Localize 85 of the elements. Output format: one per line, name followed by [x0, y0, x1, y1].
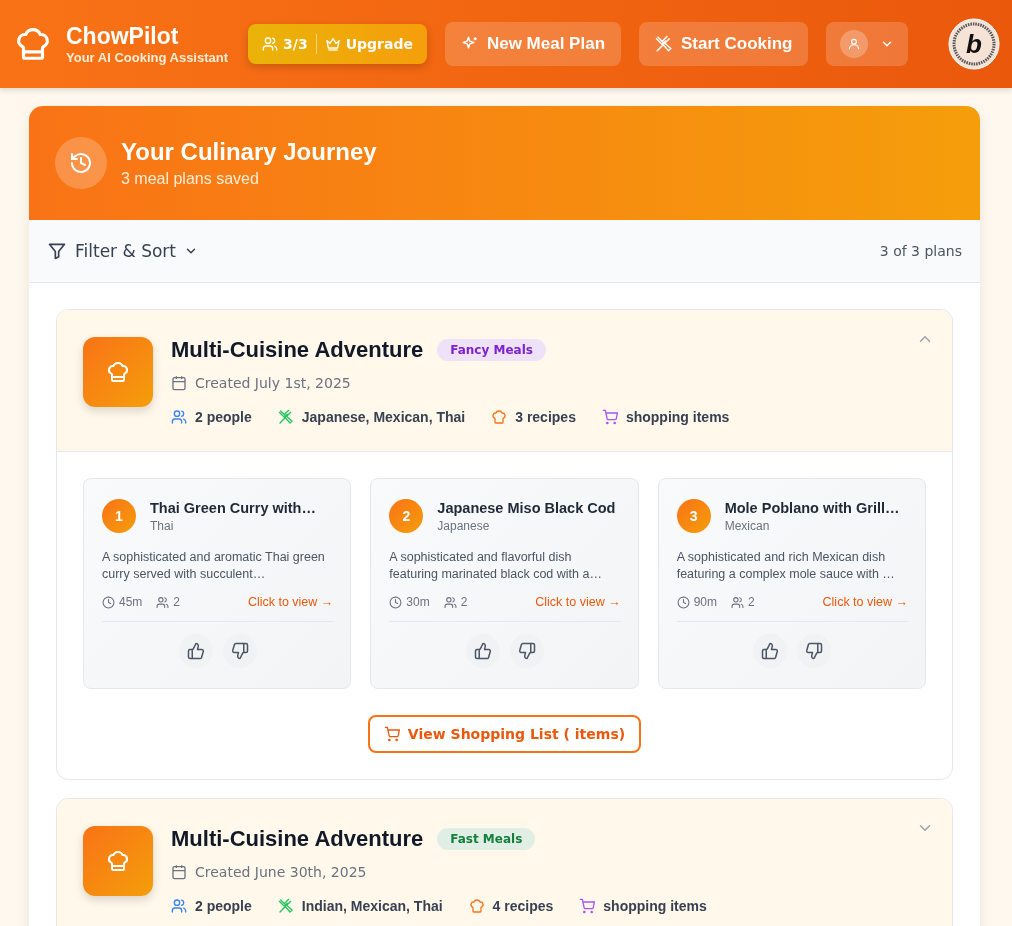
users-icon	[262, 36, 279, 52]
created-date: Created June 30th, 2025	[195, 864, 367, 880]
start-cooking-button[interactable]: Start Cooking	[639, 22, 809, 66]
utensils-crossed-icon	[655, 35, 674, 53]
cook-time: 90m	[693, 595, 717, 609]
chef-hat-icon	[491, 409, 508, 425]
servings: 2	[748, 595, 755, 609]
thumbs-down-icon	[805, 642, 824, 660]
new-meal-plan-button[interactable]: New Meal Plan	[444, 22, 622, 66]
thumbs-up-button[interactable]	[753, 634, 788, 668]
created-date: Created July 1st, 2025	[195, 375, 351, 391]
cart-icon	[383, 726, 400, 742]
clock-icon	[389, 595, 403, 609]
cuisines: Japanese, Mexican, Thai	[301, 409, 466, 425]
recipe-cuisine: Mexican	[724, 518, 771, 533]
people-count: 2 people	[195, 898, 252, 914]
recipe-name: Mole Poblano with Grill…	[724, 499, 900, 516]
thumbs-up-button[interactable]	[178, 634, 213, 668]
view-recipe-link[interactable]: Click to view →	[822, 595, 908, 609]
user-icon	[847, 37, 862, 51]
calendar-icon	[171, 864, 187, 880]
cart-icon	[579, 898, 596, 914]
filter-icon	[47, 241, 67, 261]
plan-title: Multi-Cuisine Adventure	[171, 826, 424, 852]
recipe-number: 1	[102, 499, 136, 533]
thumbs-down-icon	[230, 642, 249, 660]
view-recipe-link[interactable]: Click to view →	[247, 595, 334, 609]
recipe-count: 4 recipes	[492, 898, 554, 914]
recipe-description: A sophisticated and aromatic Thai green curry served with succulent…	[102, 549, 326, 583]
recipe-count: 3 recipes	[515, 409, 576, 425]
thumbs-up-icon	[186, 642, 205, 660]
recipe-description: A sophisticated and rich Mexican dish featuring a complex mole sauce with …	[676, 549, 896, 583]
app-tagline: Your AI Cooking Assistant	[66, 50, 229, 65]
users-icon	[731, 595, 744, 609]
recipe-cuisine: Japanese	[437, 518, 491, 533]
users-icon	[171, 409, 187, 425]
people-count: 2 people	[195, 409, 252, 425]
chef-hat-icon	[14, 25, 52, 63]
recipe-name: Japanese Miso Black Cod	[437, 499, 616, 516]
plan-count: 3 of 3 plans	[879, 243, 962, 259]
shopping-items: shopping items	[625, 409, 730, 425]
recipe-card[interactable]: 1 Thai Green Curry with… Thai A sophisticated and aromatic Thai green curry served with succulent… 45m 2 Click to view →	[83, 478, 352, 689]
users-icon	[443, 595, 457, 609]
recipe-card[interactable]: 3 Mole Poblano with Grill… Mexican A sophisticated and rich Mexican dish featuring a complex mole sauce with … 90m 2 Click to view →	[657, 478, 926, 689]
calendar-icon	[171, 375, 187, 391]
bolt-badge[interactable]: b	[948, 18, 1000, 70]
thumbs-up-icon	[761, 642, 780, 660]
clock-icon	[102, 595, 115, 609]
thumbs-up-button[interactable]	[466, 634, 500, 668]
thumbs-down-icon	[518, 642, 536, 660]
shopping-items: shopping items	[603, 898, 707, 914]
cuisines: Indian, Mexican, Thai	[301, 898, 443, 914]
recipe-card[interactable]: 2 Japanese Miso Black Cod Japanese A sophisticated and flavorful dish featuring marinated black cod with a… 30m 2 Click to view →	[370, 478, 639, 689]
view-recipe-link[interactable]: Click to view →	[535, 595, 621, 609]
upgrade-button[interactable]: Upgrade	[324, 36, 413, 52]
view-shopping-list-button[interactable]: View Shopping List ( items)	[367, 715, 642, 753]
crown-icon	[324, 36, 341, 52]
chef-hat-icon	[106, 360, 130, 384]
recipe-name: Thai Green Curry with…	[150, 499, 316, 516]
app-name: ChowPilot	[66, 23, 180, 50]
cook-time: 45m	[119, 595, 143, 609]
users-icon	[156, 595, 170, 609]
cook-time: 30m	[406, 595, 430, 609]
usage-count: 3/3	[283, 36, 308, 52]
filter-sort-button[interactable]: Filter & Sort	[47, 241, 198, 261]
servings: 2	[460, 595, 468, 609]
chef-hat-icon	[468, 898, 485, 914]
recipe-description: A sophisticated and flavorful dish featuring marinated black cod with a…	[389, 549, 603, 583]
utensils-crossed-icon	[277, 409, 294, 425]
users-icon	[171, 898, 187, 914]
servings: 2	[173, 595, 181, 609]
clock-icon	[676, 595, 690, 609]
utensils-crossed-icon	[277, 898, 294, 914]
plan-tag: Fast Meals	[437, 828, 536, 850]
chef-hat-icon	[106, 849, 130, 873]
recipe-number: 3	[676, 499, 711, 533]
recipe-cuisine: Thai	[150, 518, 175, 533]
plan-title: Multi-Cuisine Adventure	[171, 337, 424, 363]
history-icon	[69, 151, 93, 175]
recipe-number: 2	[389, 499, 424, 533]
thumbs-up-icon	[474, 642, 492, 660]
journey-subtitle: 3 meal plans saved	[121, 170, 260, 188]
journey-title: Your Culinary Journey	[121, 138, 377, 166]
cart-icon	[601, 409, 618, 425]
plan-tag: Fancy Meals	[437, 339, 546, 361]
